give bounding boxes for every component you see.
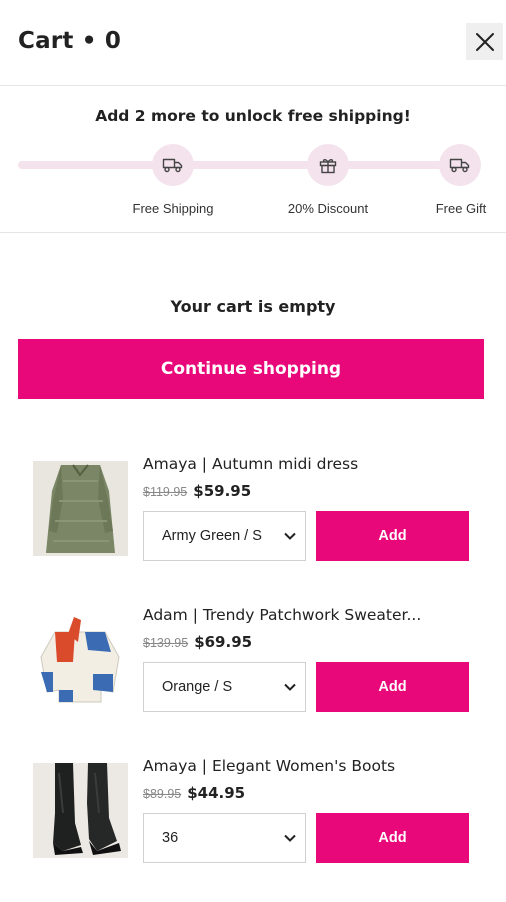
chevron-down-icon <box>284 683 296 691</box>
product-name[interactable]: Amaya | Autumn midi dress <box>143 455 358 473</box>
sale-price: $59.95 <box>193 482 252 500</box>
product-image[interactable] <box>33 461 128 556</box>
variant-value: Orange / S <box>162 679 233 695</box>
product-name[interactable]: Adam | Trendy Patchwork Sweater... <box>143 606 421 624</box>
variant-value: 36 <box>162 830 179 846</box>
truck-icon <box>162 158 183 173</box>
truck-icon <box>449 158 470 173</box>
product-prices: $89.95 $44.95 <box>143 784 245 802</box>
milestone-discount <box>307 144 349 186</box>
recommended-product: Adam | Trendy Patchwork Sweater... $139.… <box>0 602 506 722</box>
milestone-label: Free Shipping <box>132 201 214 216</box>
milestone-free-gift <box>439 144 481 186</box>
product-image[interactable] <box>33 763 128 858</box>
product-image[interactable] <box>33 612 128 707</box>
variant-value: Army Green / S <box>162 528 262 544</box>
add-button[interactable]: Add <box>316 511 469 561</box>
close-icon <box>475 32 494 51</box>
chevron-down-icon <box>284 834 296 842</box>
variant-select[interactable]: Orange / S <box>143 662 306 712</box>
gift-icon <box>319 159 337 174</box>
sale-price: $69.95 <box>194 633 253 651</box>
compare-price: $89.95 <box>143 787 182 801</box>
progress-message: Add 2 more to unlock free shipping! <box>95 107 411 125</box>
variant-select[interactable]: 36 <box>143 813 306 863</box>
recommended-product: Amaya | Autumn midi dress $119.95 $59.95… <box>0 451 506 571</box>
progress-bar <box>18 161 463 169</box>
shipping-progress: Add 2 more to unlock free shipping! Free… <box>0 87 506 233</box>
compare-price: $119.95 <box>143 485 188 499</box>
add-button[interactable]: Add <box>316 662 469 712</box>
variant-select[interactable]: Army Green / S <box>143 511 306 561</box>
milestone-label: Free Gift <box>435 201 487 216</box>
product-name[interactable]: Amaya | Elegant Women's Boots <box>143 757 395 775</box>
close-button[interactable] <box>466 23 503 60</box>
continue-shopping-button[interactable]: Continue shopping <box>18 339 484 399</box>
add-button[interactable]: Add <box>316 813 469 863</box>
milestone-free-shipping <box>152 144 194 186</box>
sale-price: $44.95 <box>187 784 246 802</box>
cart-title: Cart • 0 <box>18 28 122 54</box>
chevron-down-icon <box>284 532 296 540</box>
milestone-label: 20% Discount <box>287 201 369 216</box>
empty-cart-text: Your cart is empty <box>170 297 336 316</box>
product-prices: $139.95 $69.95 <box>143 633 252 651</box>
cart-header: Cart • 0 <box>0 0 506 86</box>
recommended-product: Amaya | Elegant Women's Boots $89.95 $44… <box>0 753 506 873</box>
compare-price: $139.95 <box>143 636 189 650</box>
product-prices: $119.95 $59.95 <box>143 482 251 500</box>
